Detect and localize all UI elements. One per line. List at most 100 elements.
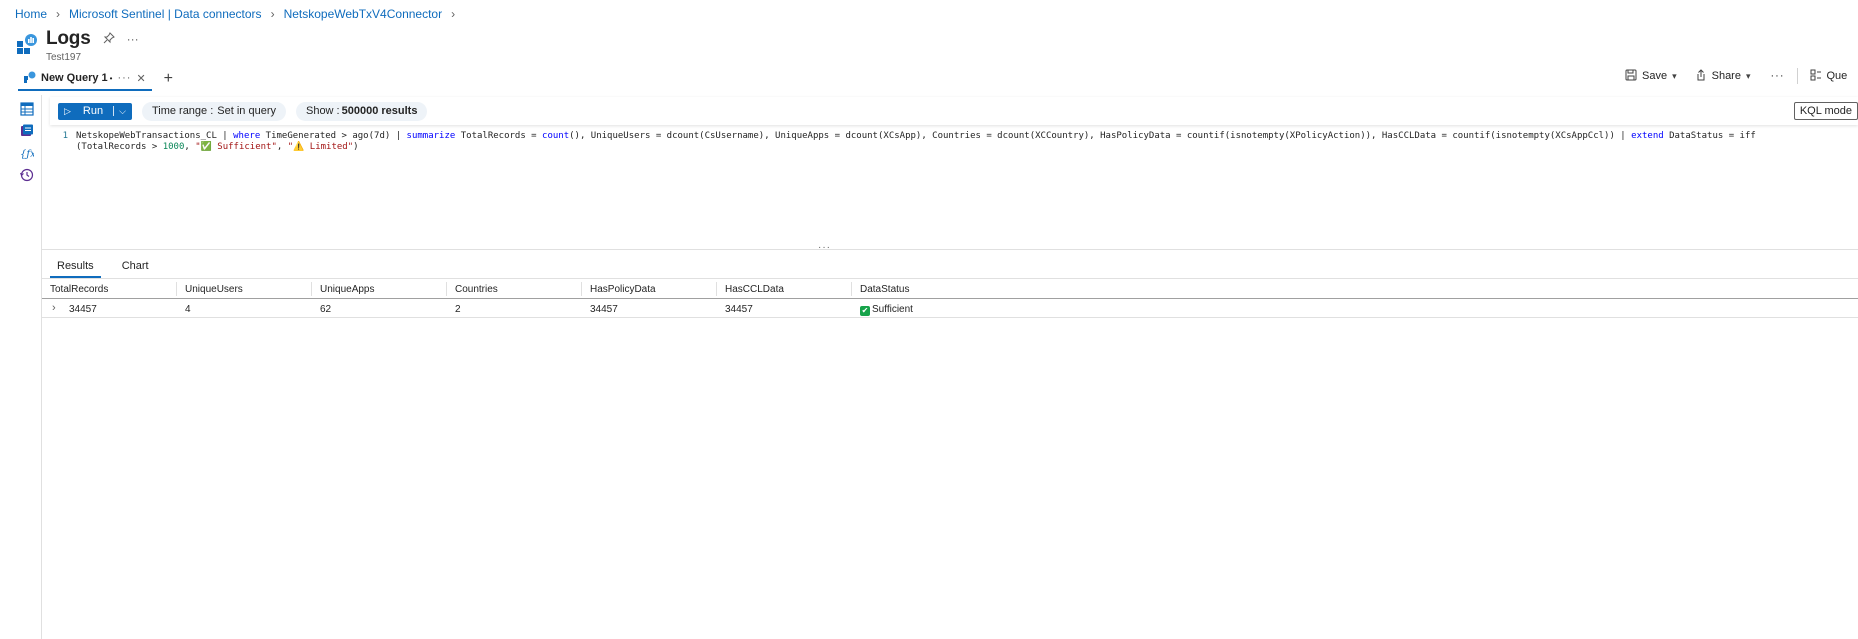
column-header[interactable]: HasCCLData — [725, 284, 784, 298]
code-text: (TotalRecords > — [76, 142, 163, 152]
page-header: Logs ··· Test197 — [16, 28, 139, 63]
code-text: (), UniqueUsers = dcount(CsUsername), Un… — [569, 131, 1632, 141]
left-rail: {ƒx} — [0, 95, 42, 639]
column-header[interactable]: TotalRecords — [50, 284, 108, 298]
queries-button[interactable]: Que — [1810, 69, 1848, 84]
pin-icon[interactable] — [103, 31, 115, 47]
code-keyword: where — [233, 131, 261, 141]
time-range-picker[interactable]: Time range : Set in query — [141, 101, 286, 121]
run-button[interactable]: ▷ Run ⌵ — [58, 102, 132, 120]
logs-icon — [16, 33, 38, 55]
save-button[interactable]: Save ▾ — [1625, 69, 1677, 84]
column-separator — [311, 282, 312, 296]
query-editor[interactable]: 1 NetskopeWebTransactions_CL | where Time… — [56, 131, 1858, 153]
chevron-down-icon: ▾ — [1745, 70, 1751, 81]
play-icon: ▷ — [64, 105, 71, 116]
code-text: , — [184, 142, 196, 152]
svg-text:{ƒx}: {ƒx} — [20, 149, 34, 160]
column-header[interactable]: HasPolicyData — [590, 284, 656, 298]
column-separator — [446, 282, 447, 296]
column-separator — [581, 282, 582, 296]
query-toolbar: ▷ Run ⌵ Time range : Set in query Show :… — [50, 97, 1858, 125]
more-options-icon[interactable]: ··· — [127, 32, 139, 46]
editor-results-divider — [42, 249, 1858, 250]
query-tabstrip: New Query 1 • ··· ✕ + — [18, 66, 173, 92]
code-text: DataStatus = iff — [1663, 131, 1756, 141]
breadcrumb-sentinel[interactable]: Microsoft Sentinel | Data connectors — [69, 7, 262, 21]
code-string: "⚠️ Limited" — [287, 142, 354, 152]
code-text: TotalRecords = — [455, 131, 543, 141]
tab-chart[interactable]: Chart — [115, 258, 156, 278]
save-icon — [1625, 69, 1637, 84]
breadcrumb-connector[interactable]: NetskopeWebTxV4Connector — [284, 7, 443, 21]
toolbar-more-icon[interactable]: ··· — [1771, 70, 1785, 82]
unsaved-marker: • — [109, 73, 113, 83]
query-tab-icon — [24, 71, 36, 86]
kql-mode-dropdown[interactable]: KQL mode — [1793, 102, 1858, 120]
code-text: ) — [353, 142, 359, 152]
code-keyword: extend — [1631, 131, 1664, 141]
status-text: Sufficient — [872, 304, 913, 315]
editor-line-1-wrap: (TotalRecords > 1000, "✅ Sufficient", "⚠… — [56, 142, 1858, 153]
column-header[interactable]: UniqueUsers — [185, 284, 243, 298]
result-limit-picker[interactable]: Show : 500000 results — [295, 101, 428, 121]
run-split-divider — [113, 106, 115, 116]
page-title: Logs — [46, 28, 91, 49]
table-cell-status: ✔ Sufficient — [860, 304, 913, 316]
chevron-down-icon[interactable]: ⌵ — [119, 106, 126, 117]
history-icon[interactable] — [20, 168, 36, 184]
tab-more-icon[interactable]: ··· — [117, 72, 131, 84]
toolbar-divider — [1796, 68, 1798, 84]
chevron-right-icon[interactable]: › — [52, 302, 56, 314]
code-number: 1000 — [162, 142, 185, 152]
table-cell: 2 — [455, 304, 461, 315]
column-header[interactable]: UniqueApps — [320, 284, 374, 298]
tables-icon[interactable] — [20, 102, 36, 118]
add-tab-button[interactable]: + — [164, 70, 173, 88]
code-text: , — [276, 142, 288, 152]
share-button[interactable]: Share ▾ — [1695, 68, 1751, 84]
time-range-value: Set in query — [217, 105, 276, 117]
code-text: TimeGenerated > ago(7d) | — [260, 131, 407, 141]
show-value: 500000 results — [341, 105, 418, 117]
tab-new-query-1[interactable]: New Query 1 • ··· ✕ — [18, 67, 152, 91]
page-subtitle: Test197 — [46, 52, 82, 63]
check-mark-icon: ✔ — [860, 306, 870, 316]
time-range-label: Time range : — [151, 105, 214, 117]
chevron-right-icon: › — [56, 7, 61, 21]
code-keyword: count — [542, 131, 570, 141]
splitter-handle[interactable]: ··· — [818, 242, 831, 253]
query-tab-label: New Query 1 — [41, 72, 108, 84]
column-separator — [716, 282, 717, 296]
column-header[interactable]: Countries — [455, 284, 498, 298]
queries-icon — [1810, 69, 1822, 84]
table-cell: 34457 — [590, 304, 618, 315]
column-separator — [176, 282, 177, 296]
editor-line-1: 1 NetskopeWebTransactions_CL | where Time… — [56, 131, 1858, 142]
chevron-right-icon: › — [270, 7, 275, 21]
column-separator — [851, 282, 852, 296]
breadcrumb-home[interactable]: Home — [15, 7, 47, 21]
save-label: Save — [1642, 70, 1668, 82]
tab-results[interactable]: Results — [50, 258, 101, 278]
table-row[interactable]: › 34457 4 62 2 34457 34457 ✔ Sufficient — [42, 299, 1858, 318]
line-number: 1 — [62, 131, 68, 141]
run-label: Run — [82, 105, 104, 117]
close-icon[interactable]: ✕ — [136, 72, 145, 85]
queries-hub-icon[interactable] — [20, 124, 36, 140]
chevron-right-icon: › — [451, 7, 456, 21]
result-tabs: Results Chart — [50, 258, 156, 278]
results-grid-header: TotalRecords UniqueUsers UniqueApps Coun… — [42, 278, 1858, 299]
share-label: Share — [1711, 70, 1741, 82]
column-header[interactable]: DataStatus — [860, 284, 909, 298]
code-string: "✅ Sufficient" — [195, 142, 277, 152]
chevron-down-icon: ▾ — [1672, 70, 1677, 81]
show-label: Show : — [305, 105, 340, 117]
table-cell: 4 — [185, 304, 191, 315]
table-cell: 34457 — [69, 304, 97, 315]
queries-label: Que — [1826, 70, 1848, 82]
share-icon — [1695, 68, 1707, 84]
breadcrumb: Home › Microsoft Sentinel | Data connect… — [15, 7, 458, 21]
functions-icon[interactable]: {ƒx} — [20, 146, 42, 162]
table-cell: 34457 — [725, 304, 753, 315]
